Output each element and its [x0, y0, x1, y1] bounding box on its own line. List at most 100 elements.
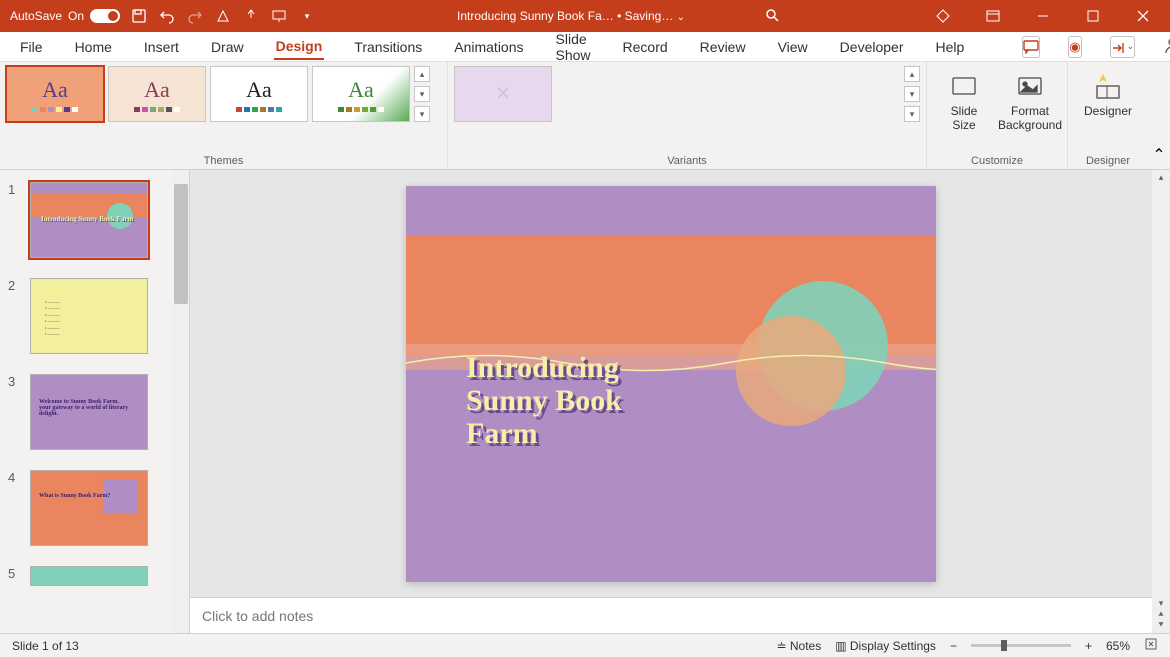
search-icon[interactable]	[765, 8, 779, 25]
slide-thumbnail[interactable]	[30, 566, 148, 586]
tab-view[interactable]: View	[776, 35, 810, 59]
record-button[interactable]: ◉	[1068, 36, 1081, 58]
theme-thumbnail[interactable]: Aa	[312, 66, 410, 122]
expand-gallery-icon[interactable]: ▾	[904, 106, 920, 122]
variants-gallery-scroll[interactable]: ▴ ▾ ▾	[904, 66, 920, 122]
tab-insert[interactable]: Insert	[142, 35, 181, 59]
chevron-down-icon[interactable]: ▾	[1159, 598, 1164, 609]
themes-gallery-scroll[interactable]: ▴ ▾ ▾	[414, 66, 430, 122]
chevron-up-icon[interactable]: ▴	[414, 66, 430, 82]
redo-icon[interactable]	[186, 7, 204, 25]
tab-developer[interactable]: Developer	[838, 35, 906, 59]
zoom-slider[interactable]	[971, 644, 1071, 647]
account-icon[interactable]	[1163, 36, 1170, 57]
close-button[interactable]	[1120, 0, 1166, 32]
quick-access-icon[interactable]	[214, 7, 232, 25]
autosave-toggle[interactable]: AutoSave On	[10, 9, 120, 23]
tab-transitions[interactable]: Transitions	[352, 35, 424, 59]
notes-toggle[interactable]: ≐ Notes	[776, 639, 821, 653]
notes-placeholder: Click to add notes	[202, 608, 313, 624]
chevron-down-icon[interactable]: ▾	[414, 86, 430, 102]
format-background-icon	[1015, 72, 1045, 100]
tab-help[interactable]: Help	[934, 35, 967, 59]
tab-draw[interactable]: Draw	[209, 35, 246, 59]
maximize-button[interactable]	[1070, 0, 1116, 32]
diamond-icon[interactable]	[920, 0, 966, 32]
minimize-button[interactable]	[1020, 0, 1066, 32]
slide-canvas[interactable]: Introducing Sunny Book Farm	[190, 170, 1152, 597]
designer-button[interactable]: Designer	[1074, 66, 1142, 118]
chevron-down-icon[interactable]: ▾	[904, 86, 920, 102]
thumb-title: Welcome to Sunny Book Farm, your gateway…	[39, 399, 129, 417]
save-status: • Saving…	[617, 9, 673, 23]
autosave-state: On	[68, 9, 84, 23]
format-background-label: Format Background	[998, 104, 1062, 132]
tab-review[interactable]: Review	[698, 35, 748, 59]
tab-animations[interactable]: Animations	[452, 35, 525, 59]
undo-icon[interactable]	[158, 7, 176, 25]
slide-thumbnail-panel[interactable]: 1 Introducing Sunny Book Farm 2 • ———• —…	[0, 170, 190, 633]
ribbon-display-icon[interactable]	[970, 0, 1016, 32]
present-icon[interactable]	[270, 7, 288, 25]
qat-dropdown-icon[interactable]: ▾	[298, 7, 316, 25]
autosave-label: AutoSave	[10, 9, 62, 23]
theme-thumbnail[interactable]: Aa	[108, 66, 206, 122]
thumb-title: Introducing Sunny Book Farm	[41, 215, 133, 223]
save-icon[interactable]	[130, 7, 148, 25]
slide-thumbnail[interactable]: Welcome to Sunny Book Farm, your gateway…	[30, 374, 148, 450]
slide-thumbnail[interactable]: Introducing Sunny Book Farm	[30, 182, 148, 258]
zoom-in-button[interactable]: +	[1085, 639, 1092, 653]
fit-to-window-icon[interactable]	[1144, 637, 1158, 654]
slide-title[interactable]: Introducing Sunny Book Farm	[466, 351, 622, 450]
thumb-number: 2	[8, 278, 22, 354]
ribbon-tabs: File Home Insert Draw Design Transitions…	[0, 32, 1170, 62]
variant-thumbnail[interactable]	[454, 66, 552, 122]
thumb-title: What is Sunny Book Farm?	[39, 493, 110, 499]
editor-area: 1 Introducing Sunny Book Farm 2 • ———• —…	[0, 170, 1170, 633]
slide-size-button[interactable]: Slide Size	[933, 66, 995, 132]
tab-slideshow[interactable]: Slide Show	[554, 27, 593, 67]
slide-thumbnail[interactable]: What is Sunny Book Farm?	[30, 470, 148, 546]
slide-size-label: Slide Size	[951, 104, 978, 132]
theme-thumbnail[interactable]: Aa	[210, 66, 308, 122]
thumb-number: 5	[8, 566, 22, 586]
group-label-designer: Designer	[1074, 153, 1142, 169]
status-bar: Slide 1 of 13 ≐ Notes ▥ Display Settings…	[0, 633, 1170, 657]
ribbon-design: Aa Aa Aa Aa ▴ ▾ ▾ Themes	[0, 62, 1170, 170]
expand-gallery-icon[interactable]: ▾	[414, 106, 430, 122]
tab-record[interactable]: Record	[621, 35, 670, 59]
slide-counter[interactable]: Slide 1 of 13	[12, 639, 79, 653]
chevron-up-icon[interactable]: ▴	[904, 66, 920, 82]
title-dropdown-icon[interactable]: ⌄	[677, 12, 685, 23]
document-title: Introducing Sunny Book Fa…	[457, 9, 614, 23]
tab-home[interactable]: Home	[73, 35, 114, 59]
tab-file[interactable]: File	[18, 35, 45, 59]
thumb-number: 3	[8, 374, 22, 450]
notes-pane[interactable]: Click to add notes	[190, 597, 1152, 633]
next-slide-icon[interactable]: ⯆	[1157, 620, 1164, 631]
group-label-variants: Variants	[454, 153, 920, 169]
zoom-level[interactable]: 65%	[1106, 639, 1130, 653]
format-background-button[interactable]: Format Background	[999, 66, 1061, 132]
comments-button[interactable]	[1022, 36, 1040, 58]
vertical-scrollbar[interactable]: ▴ ▾ ⯅ ⯆	[1152, 170, 1170, 633]
group-label-themes: Themes	[6, 153, 441, 169]
collapse-ribbon-icon[interactable]: ⌃	[1148, 62, 1170, 169]
slide-thumbnail[interactable]: • ———• ———• ———• ———• ———• ———	[30, 278, 148, 354]
prev-slide-icon[interactable]: ⯅	[1157, 609, 1164, 620]
share-button[interactable]: ⌄	[1110, 36, 1136, 58]
toggle-switch-icon	[90, 9, 120, 23]
slide-size-icon	[949, 72, 979, 100]
designer-label: Designer	[1084, 104, 1132, 118]
touch-mode-icon[interactable]	[242, 7, 260, 25]
group-label-customize: Customize	[933, 153, 1061, 169]
theme-thumbnail[interactable]: Aa	[6, 66, 104, 122]
thumbnail-scrollbar[interactable]	[173, 170, 189, 633]
display-settings-button[interactable]: ▥ Display Settings	[835, 639, 936, 653]
chevron-up-icon[interactable]: ▴	[1159, 172, 1164, 183]
designer-icon	[1093, 72, 1123, 100]
thumb-number: 4	[8, 470, 22, 546]
zoom-out-button[interactable]: −	[950, 639, 957, 653]
slide[interactable]: Introducing Sunny Book Farm	[406, 186, 936, 582]
tab-design[interactable]: Design	[274, 34, 325, 60]
